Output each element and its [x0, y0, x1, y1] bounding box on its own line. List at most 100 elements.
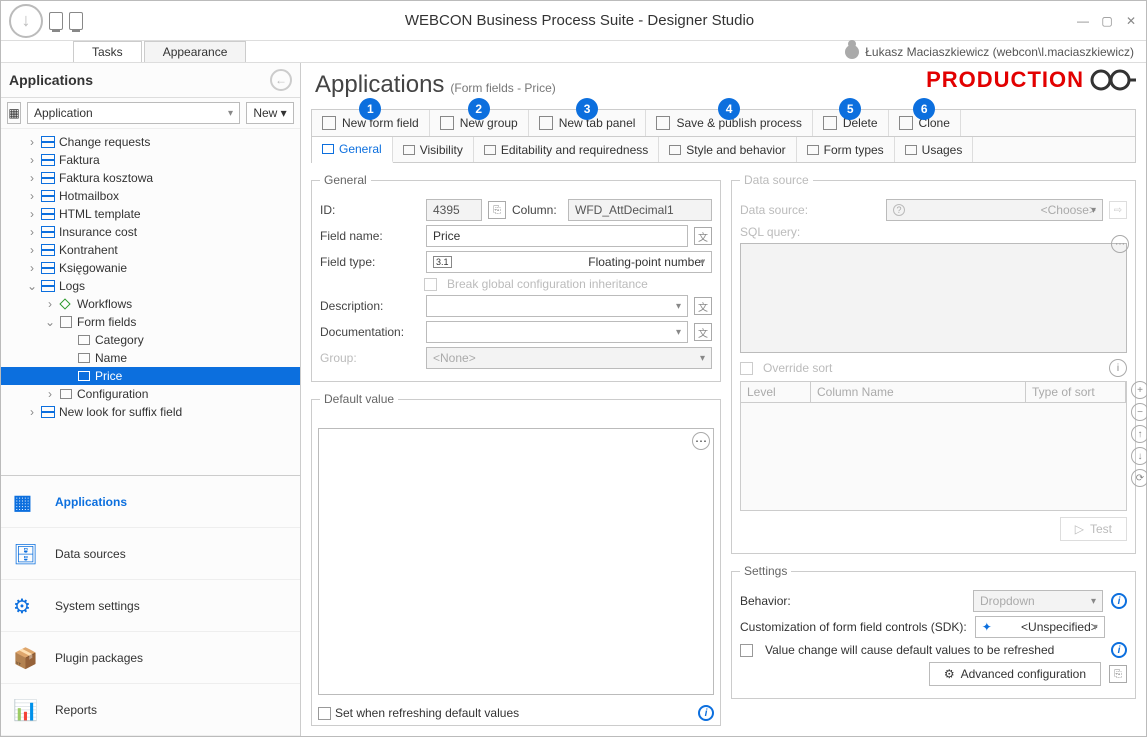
undo-icon[interactable]: [49, 12, 63, 30]
name-input[interactable]: Price: [426, 225, 688, 247]
type-dropdown[interactable]: 3.1 Floating-point number: [426, 251, 712, 273]
desc-input[interactable]: [426, 295, 688, 317]
tree-item[interactable]: Price: [1, 367, 300, 385]
breadcrumb: (Form fields - Price): [450, 81, 555, 95]
tree-item[interactable]: ›Hotmailbox: [1, 187, 300, 205]
tab-icon: [807, 145, 819, 155]
content-tab[interactable]: Editability and requiredness: [474, 137, 659, 162]
doc-translate-icon[interactable]: 文: [694, 323, 712, 341]
maximize-button[interactable]: ▢: [1100, 14, 1114, 28]
sql-expand-icon: ⋯: [1111, 235, 1129, 253]
sort-down-icon: ↓: [1131, 447, 1147, 465]
nav-item[interactable]: 🗄Data sources: [1, 528, 300, 580]
advanced-config-button[interactable]: ⚙ Advanced configuration: [929, 662, 1101, 686]
toolbar-button[interactable]: 3New tab panel: [529, 110, 647, 136]
datasource-fieldset: Data source Data source: ? <Choose> ⇨ SQ…: [731, 173, 1136, 554]
set-refresh-checkbox[interactable]: [318, 707, 331, 720]
group-dropdown: <None>: [426, 347, 712, 369]
tree-item[interactable]: ›HTML template: [1, 205, 300, 223]
ribbon-tab-tasks[interactable]: Tasks: [73, 41, 142, 62]
callout-badge: 2: [468, 98, 490, 120]
tree-item[interactable]: ›Faktura: [1, 151, 300, 169]
tree-item[interactable]: ›Insurance cost: [1, 223, 300, 241]
defval-info-icon[interactable]: i: [698, 705, 714, 721]
tree-item[interactable]: ›New look for suffix field: [1, 403, 300, 421]
sort-col-level: Level: [741, 382, 811, 402]
tree-item[interactable]: ›Workflows: [1, 295, 300, 313]
behavior-dropdown: Dropdown: [973, 590, 1103, 612]
tree-item[interactable]: ⌄Form fields: [1, 313, 300, 331]
defval-legend: Default value: [320, 392, 398, 406]
user-info: Łukasz Maciaszkiewicz (webcon\l.maciaszk…: [845, 45, 1134, 59]
column-value: WFD_AttDecimal1: [568, 199, 712, 221]
tree-item[interactable]: ›Kontrahent: [1, 241, 300, 259]
tree-item[interactable]: Category: [1, 331, 300, 349]
user-display: Łukasz Maciaszkiewicz (webcon\l.maciaszk…: [865, 45, 1134, 59]
desc-translate-icon[interactable]: 文: [694, 297, 712, 315]
sort-refresh-icon: ⟳: [1131, 469, 1147, 487]
toolbar-button[interactable]: 4Save & publish process: [646, 110, 812, 136]
nav-item[interactable]: ⚙System settings: [1, 580, 300, 632]
defval-expand-icon[interactable]: ⋯: [692, 432, 710, 450]
advanced-extra-icon[interactable]: ⎘: [1109, 665, 1127, 683]
sdk-dropdown[interactable]: ✦ <Unspecified>: [975, 616, 1105, 638]
tree-item[interactable]: Name: [1, 349, 300, 367]
group-label: Group:: [320, 351, 420, 365]
callout-badge: 3: [576, 98, 598, 120]
tab-icon: [484, 145, 496, 155]
sort-remove-icon: −: [1131, 403, 1147, 421]
minimize-button[interactable]: —: [1076, 14, 1090, 28]
sort-up-icon: ↑: [1131, 425, 1147, 443]
window-title: WEBCON Business Process Suite - Designer…: [83, 12, 1076, 29]
tree-item[interactable]: ›Księgowanie: [1, 259, 300, 277]
toolbar-button[interactable]: 5Delete: [813, 110, 889, 136]
ribbon-tab-appearance[interactable]: Appearance: [144, 41, 247, 62]
ds-label: Data source:: [740, 203, 880, 217]
sdk-label: Customization of form field controls (SD…: [740, 620, 967, 634]
tree[interactable]: ›Change requests›Faktura›Faktura kosztow…: [1, 129, 300, 475]
tree-item[interactable]: ⌄Logs: [1, 277, 300, 295]
sidebar-header: Applications: [9, 72, 93, 88]
doc-input[interactable]: [426, 321, 688, 343]
tree-item[interactable]: ›Change requests: [1, 133, 300, 151]
app-menu-circle[interactable]: [9, 4, 43, 38]
toolbar-icon: [440, 116, 454, 130]
sort-col-name: Column Name: [811, 382, 1026, 402]
tree-item[interactable]: ›Configuration: [1, 385, 300, 403]
ds-go-icon: ⇨: [1109, 201, 1127, 219]
content-tab[interactable]: Visibility: [393, 137, 474, 162]
nav-item[interactable]: 📦Plugin packages: [1, 632, 300, 684]
sort-add-icon: +: [1131, 381, 1147, 399]
behavior-info-icon[interactable]: i: [1111, 593, 1127, 609]
toolbar-button[interactable]: 1New form field: [312, 110, 430, 136]
sidebar-back-icon[interactable]: ←: [270, 69, 292, 91]
nav-item[interactable]: 📊Reports: [1, 684, 300, 736]
content-tab[interactable]: Form types: [797, 137, 895, 162]
close-button[interactable]: ✕: [1124, 14, 1138, 28]
refresh-info-icon[interactable]: i: [1111, 642, 1127, 658]
sidebar-filter-icon[interactable]: ▦: [7, 102, 21, 124]
name-label: Field name:: [320, 229, 420, 243]
refresh-values-checkbox[interactable]: [740, 644, 753, 657]
sidebar-new-button[interactable]: New ▾: [246, 102, 294, 124]
tree-item[interactable]: ›Faktura kosztowa: [1, 169, 300, 187]
toolbar-icon: [656, 116, 670, 130]
toolbar-button[interactable]: 2New group: [430, 110, 529, 136]
name-translate-icon[interactable]: 文: [694, 227, 712, 245]
defval-editor[interactable]: [318, 428, 714, 695]
content-tab[interactable]: General: [312, 137, 393, 163]
content-tab[interactable]: Style and behavior: [659, 137, 796, 162]
content-tab[interactable]: Usages: [895, 137, 974, 162]
redo-icon[interactable]: [69, 12, 83, 30]
toolbar-button[interactable]: 6Clone: [889, 110, 961, 136]
id-lookup-icon[interactable]: ⎘: [488, 201, 506, 219]
toolbar-icon: [322, 116, 336, 130]
break-inherit-checkbox: [424, 278, 437, 291]
ds-dropdown: ? <Choose>: [886, 199, 1103, 221]
override-sort-label: Override sort: [763, 361, 832, 375]
nav-item[interactable]: ▦Applications: [1, 476, 300, 528]
sidebar-type-dropdown[interactable]: Application: [27, 102, 240, 124]
tab-icon: [322, 144, 334, 154]
datasource-legend: Data source: [740, 173, 813, 187]
tab-icon: [905, 145, 917, 155]
